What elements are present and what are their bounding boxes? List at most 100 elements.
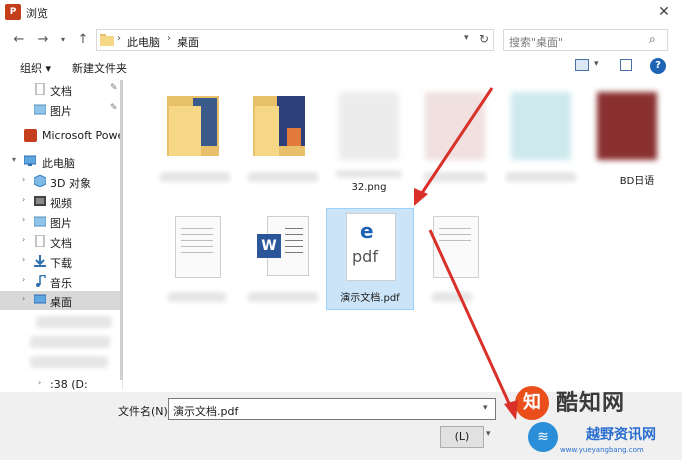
new-folder-button[interactable]: 新建文件夹 [72,60,127,76]
filename-input[interactable]: 演示文档.pdf ▾ [168,398,496,420]
expand-arrow-icon[interactable]: › [22,255,25,264]
sidebar-item-label: 图片 [50,217,72,230]
file-item-document[interactable] [154,208,240,308]
sidebar-item-pictures-pinned[interactable]: 图片 ✎ [0,100,122,119]
forward-arrow-icon[interactable]: → [34,31,52,49]
pdf-label: pdf [352,247,378,266]
expand-arrow-icon[interactable]: › [22,294,25,303]
expand-arrow-icon[interactable]: › [22,195,25,204]
chevron-down-icon[interactable]: ▾ [483,403,488,413]
3d-object-icon [34,175,46,187]
sidebar-item-downloads[interactable]: › 下载 [0,252,122,271]
pin-icon: ✎ [110,83,118,93]
file-name: 演示文档.pdf [340,293,400,304]
sidebar-item-label: 视频 [50,197,72,210]
file-item-document[interactable] [412,208,498,308]
folder-icon [253,92,313,160]
refresh-icon[interactable]: ↻ [479,32,489,46]
expand-arrow-icon[interactable]: › [38,378,41,387]
sidebar-item-label: 文档 [50,237,72,250]
sidebar-item-documents[interactable]: › 文档 [0,232,122,251]
sidebar-item-this-pc[interactable]: ▾ 此电脑 [0,152,122,171]
view-options-icon[interactable] [575,59,589,71]
expand-arrow-icon[interactable]: › [22,215,25,224]
image-thumbnail [511,92,571,160]
breadcrumb-desktop[interactable]: 桌面 [177,34,199,50]
breadcrumb-separator-icon: › [167,33,171,44]
watermark-sub: 越野资讯网 [586,427,656,443]
file-item-image[interactable]: BD日语 [584,88,670,188]
sidebar-item-label: 图片 [50,105,72,118]
picture-icon [34,104,46,115]
sidebar-scrollbar[interactable] [120,80,123,380]
open-button[interactable]: (L) [440,426,484,448]
picture-icon [34,216,46,227]
breadcrumb-separator-icon: › [117,33,121,44]
search-input[interactable]: 搜索"桌面" ⌕ [503,29,668,51]
sidebar-item-pictures[interactable]: › 图片 [0,212,122,231]
word-document-icon: W [253,212,313,280]
file-item-pdf-selected[interactable]: e pdf 演示文档.pdf [326,208,414,310]
desktop-icon [34,294,46,304]
chevron-down-icon[interactable]: ▾ [594,59,599,69]
close-icon[interactable]: ✕ [650,2,678,22]
watermark-brand: 酷知网 [556,391,626,416]
sidebar-item-desktop[interactable]: › 桌面 [0,291,122,310]
redacted-sidebar-item [30,356,108,368]
breadcrumb-pc[interactable]: 此电脑 [127,34,160,50]
sidebar-item-powerpoint[interactable]: Microsoft Power [0,126,122,145]
sidebar-item-documents-pinned[interactable]: 文档 ✎ [0,80,122,99]
pdf-icon: e pdf [340,213,400,281]
powerpoint-icon: P [5,4,21,20]
folder-icon [100,34,114,46]
file-item-folder[interactable] [154,88,240,188]
sidebar-item-label: 文档 [50,85,72,98]
recent-locations-chevron-icon[interactable]: ▾ [54,31,72,49]
expand-arrow-icon[interactable]: › [22,175,25,184]
document-icon [167,212,227,280]
redacted-sidebar-item [30,336,110,348]
up-arrow-icon[interactable]: ↑ [74,31,92,49]
redacted-filename [248,292,318,302]
expand-arrow-icon[interactable]: ▾ [12,155,16,164]
file-item-word[interactable]: W [240,208,326,308]
sidebar-item-drive-d[interactable]: › :38 (D: [0,375,122,390]
image-thumbnail [339,92,399,160]
expand-arrow-icon[interactable]: › [22,275,25,284]
file-item-image[interactable]: 32.png [326,88,412,193]
file-item-image[interactable] [412,88,498,188]
sidebar-item-videos[interactable]: › 视频 [0,192,122,211]
expand-arrow-icon[interactable]: › [22,235,25,244]
file-item-folder[interactable] [240,88,326,188]
file-item-image[interactable] [498,88,584,188]
navigation-pane: 文档 ✎ 图片 ✎ Microsoft Power ▾ 此电脑 › 3D 对象 … [0,80,123,390]
help-icon[interactable]: ? [650,58,666,74]
document-icon [425,212,485,280]
computer-icon [24,155,36,166]
file-name: 32.png [351,182,387,193]
redacted-filename [432,292,472,302]
chevron-down-icon[interactable]: ▾ [464,33,469,43]
sidebar-item-music[interactable]: › 音乐 [0,272,122,291]
back-arrow-icon[interactable]: ← [10,31,28,49]
redacted-filename [506,172,576,182]
preview-pane-icon[interactable] [620,59,632,71]
redacted-filename [336,170,402,178]
sidebar-item-label: 音乐 [50,277,72,290]
sidebar-item-3d-objects[interactable]: › 3D 对象 [0,172,122,191]
redacted-sidebar-item [36,316,112,328]
address-bar[interactable]: › 此电脑 › 桌面 ▾ ↻ [96,29,494,51]
document-icon [35,235,45,247]
chevron-down-icon[interactable]: ▾ [486,429,491,439]
organize-menu-button[interactable]: 组织 ▾ [20,60,51,76]
music-icon [36,275,46,287]
pin-icon: ✎ [110,103,118,113]
search-icon[interactable]: ⌕ [649,32,656,47]
brand-logo: 知 [515,386,549,420]
redacted-filename [248,172,318,182]
image-thumbnail [597,92,657,160]
file-list: 32.png BD日语 W e pdf 演示文档.pdf [126,80,682,390]
download-icon [34,255,46,267]
folder-icon [167,92,227,160]
watermark-url: www.yueyangbang.com [560,446,644,454]
